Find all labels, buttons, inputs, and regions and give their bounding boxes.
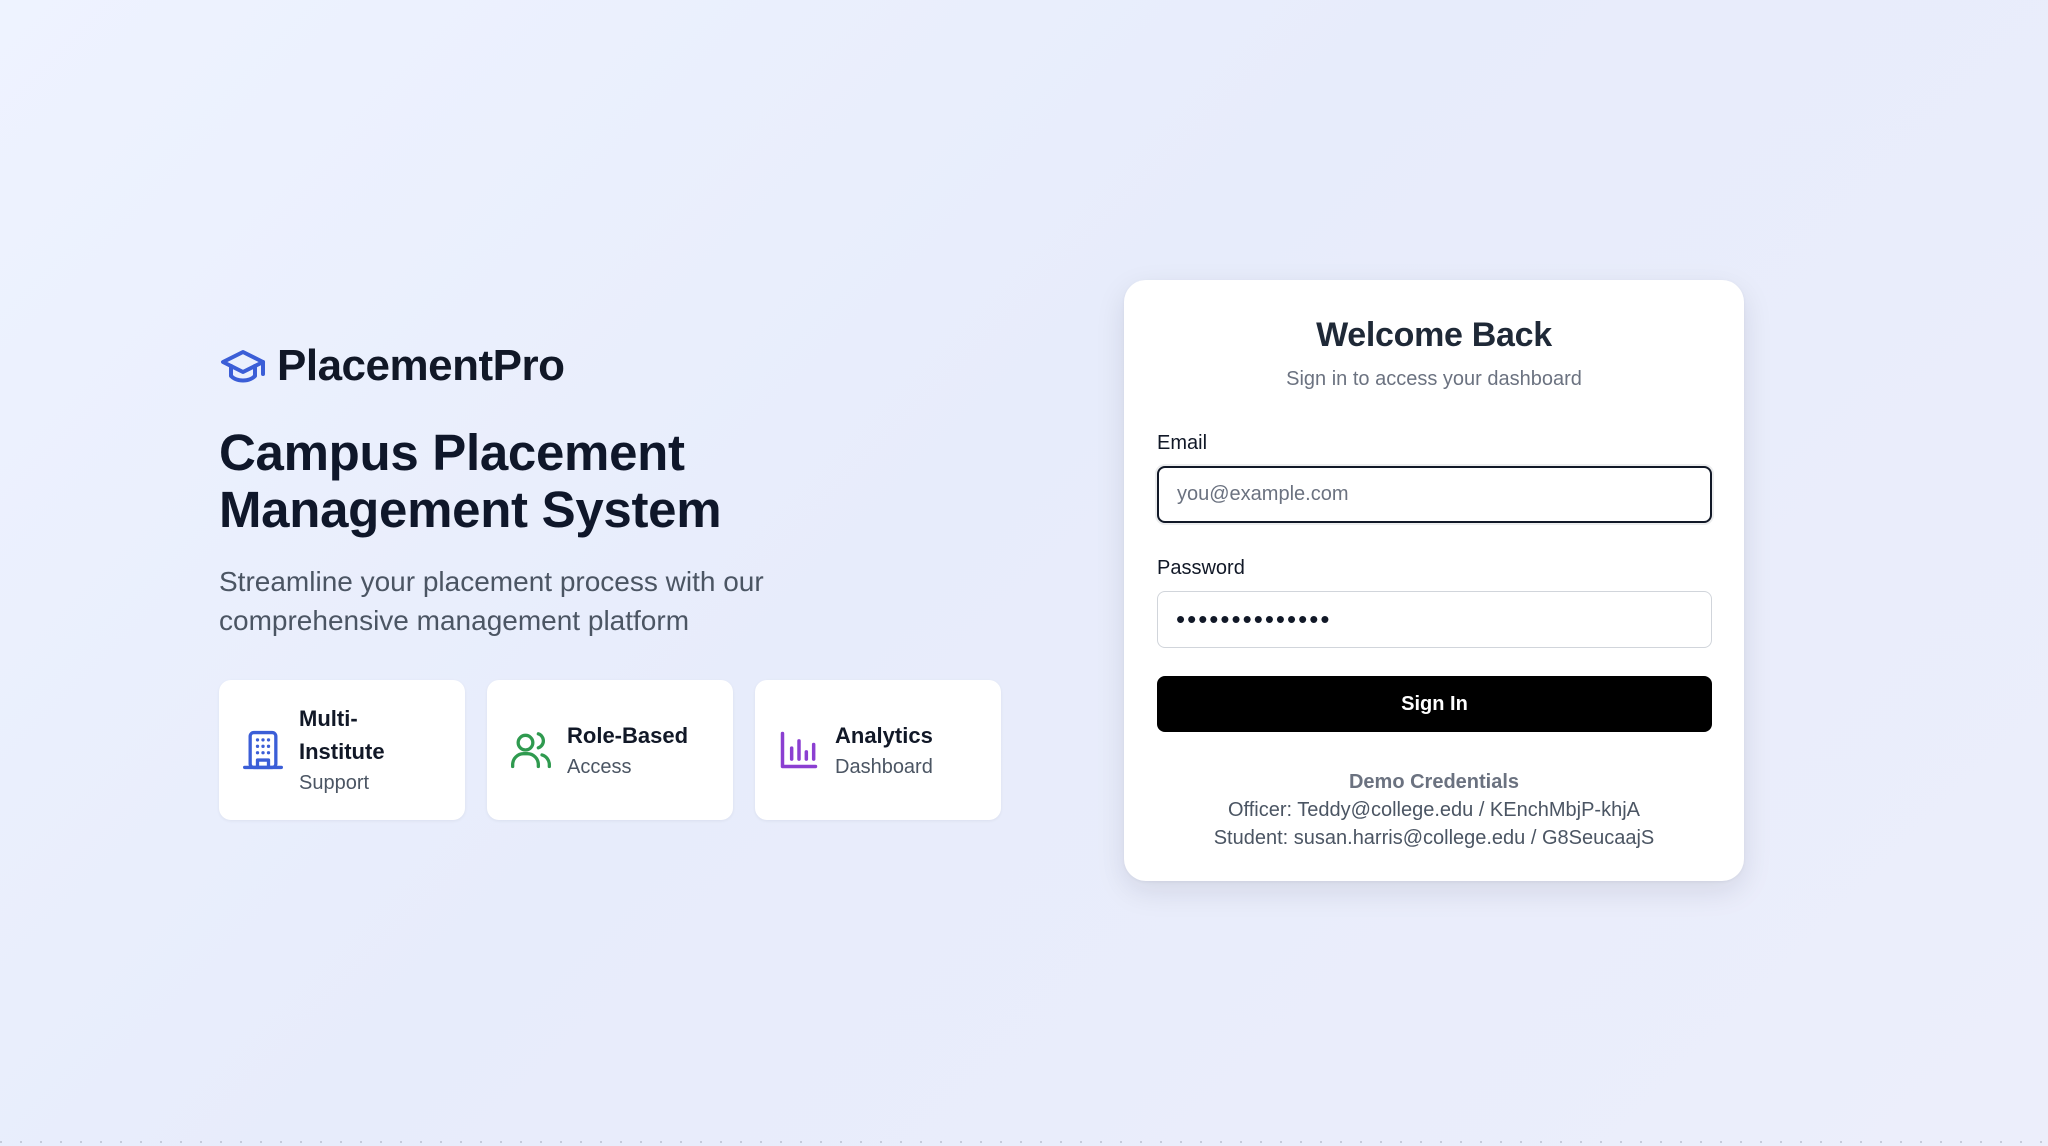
graduation-cap-icon — [221, 350, 265, 383]
brand-name: PlacementPro — [277, 341, 565, 390]
sign-in-button[interactable]: Sign In — [1157, 676, 1712, 732]
feature-card-role-based: Role-Based Access — [487, 680, 733, 820]
page-subheadline: Streamline your placement process with o… — [219, 566, 764, 636]
demo-credentials: Demo Credentials Officer: Teddy@college.… — [1157, 768, 1711, 852]
users-icon — [511, 732, 551, 769]
feature-subtitle: Support — [299, 772, 370, 794]
bottom-dotted-divider — [0, 1141, 2048, 1143]
password-label: Password — [1157, 557, 1245, 579]
demo-officer-credentials: Officer: Teddy@college.edu / KEnchMbjP-k… — [1228, 799, 1640, 821]
building-icon — [243, 730, 283, 770]
brand-logo: PlacementPro — [219, 338, 1009, 394]
feature-subtitle: Dashboard — [835, 755, 933, 778]
email-label: Email — [1157, 432, 1208, 454]
email-input[interactable] — [1157, 466, 1712, 523]
feature-title: Role-Based — [567, 722, 689, 748]
bar-chart-icon — [780, 731, 818, 769]
demo-credentials-title: Demo Credentials — [1348, 771, 1520, 793]
feature-cards: Multi-Institute Support Role-Based Acces… — [219, 680, 1001, 820]
feature-card-multi-institute: Multi-Institute Support — [219, 680, 465, 820]
demo-student-credentials: Student: susan.harris@college.edu / G8Se… — [1213, 827, 1655, 849]
login-subtitle: Sign in to access your dashboard — [1286, 368, 1582, 390]
feature-title: Analytics — [835, 722, 933, 748]
password-input[interactable] — [1157, 591, 1712, 648]
feature-subtitle: Access — [567, 755, 632, 778]
feature-card-analytics: Analytics Dashboard — [755, 680, 1001, 820]
hero-section: PlacementPro Campus Placement Management… — [219, 338, 1009, 640]
feature-title: Multi-Institute — [299, 706, 385, 764]
login-form: Email Password Sign In — [1157, 430, 1712, 732]
login-title: Welcome Back — [1316, 316, 1552, 354]
login-card: Welcome Back Sign in to access your dash… — [1124, 280, 1744, 881]
page-headline: Campus Placement Management System — [219, 424, 722, 538]
